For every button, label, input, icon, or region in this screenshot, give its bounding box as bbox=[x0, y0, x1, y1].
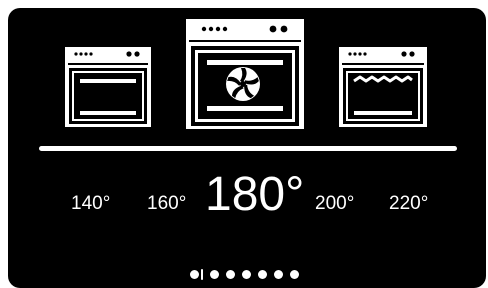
oven-control-screen: 140° 160° 180° 200° 220° bbox=[8, 8, 486, 288]
mode-grill-button[interactable] bbox=[338, 46, 428, 128]
divider-line bbox=[39, 146, 457, 151]
temp-option-160[interactable]: 160° bbox=[147, 194, 186, 213]
page-dot-1-active[interactable] bbox=[190, 268, 203, 280]
page-dot-3[interactable] bbox=[226, 269, 235, 279]
oven-grill-icon bbox=[339, 47, 427, 127]
page-dot-6[interactable] bbox=[274, 269, 283, 279]
temp-option-140[interactable]: 140° bbox=[71, 194, 110, 213]
mode-fan-button[interactable] bbox=[185, 18, 305, 130]
page-dot-5[interactable] bbox=[258, 269, 267, 279]
mode-conventional-button[interactable] bbox=[64, 46, 152, 128]
oven-fan-icon bbox=[186, 19, 304, 129]
temp-selected-180[interactable]: 180° bbox=[205, 171, 304, 219]
page-dot-7[interactable] bbox=[290, 269, 299, 279]
temp-option-220[interactable]: 220° bbox=[389, 194, 428, 213]
oven-conventional-icon bbox=[65, 47, 151, 127]
page-dot-2[interactable] bbox=[210, 269, 219, 279]
temp-option-200[interactable]: 200° bbox=[315, 194, 354, 213]
page-indicator bbox=[190, 268, 299, 280]
page-dot-4[interactable] bbox=[242, 269, 251, 279]
